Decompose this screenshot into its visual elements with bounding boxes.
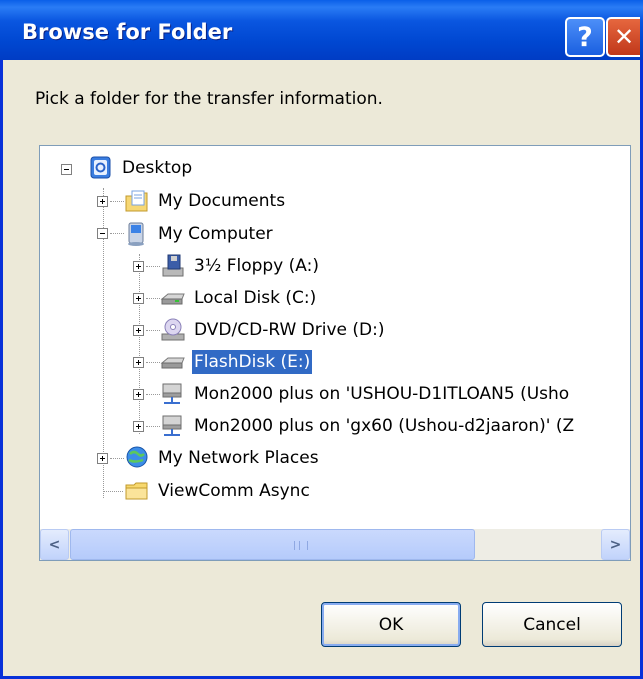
tree-connector (139, 254, 140, 434)
title-bar[interactable]: Browse for Folder ? ✕ (0, 0, 643, 60)
tree-connector (146, 266, 160, 267)
tree-item-label: DVD/CD-RW Drive (D:) (194, 320, 385, 340)
tree-item-label: Mon2000 plus on 'USHOU-D1ITLOAN5 (Usho (194, 384, 570, 404)
thumb-grip (294, 541, 308, 550)
tree-connector (146, 298, 160, 299)
network-share-icon (162, 415, 182, 436)
documents-folder-icon (125, 190, 148, 212)
computer-icon (128, 222, 144, 246)
expand-toggle[interactable] (97, 196, 108, 207)
expand-toggle[interactable] (133, 357, 144, 368)
folder-tree-content: Desktop My Documents My Computer 3½ Flop… (40, 146, 630, 529)
network-places-icon (126, 446, 148, 468)
instruction-text: Pick a folder for the transfer informati… (35, 89, 383, 109)
removable-disk-icon (160, 357, 185, 369)
folder-tree[interactable]: Desktop My Documents My Computer 3½ Flop… (39, 145, 631, 561)
tree-item-label: 3½ Floppy (A:) (194, 256, 319, 276)
scroll-right-button[interactable]: > (601, 529, 630, 560)
tree-item-label: ViewComm Async (158, 481, 310, 501)
tree-connector (110, 458, 124, 459)
ok-button[interactable]: OK (321, 602, 461, 647)
collapse-toggle[interactable] (61, 164, 72, 175)
close-icon: ✕ (613, 23, 635, 51)
tree-connector (146, 426, 160, 427)
tree-connector (146, 330, 160, 331)
scroll-left-button[interactable]: < (40, 529, 69, 560)
chevron-right-icon: > (609, 536, 622, 553)
browse-for-folder-dialog: Browse for Folder ? ✕ Pick a folder for … (0, 0, 643, 679)
desktop-icon (90, 156, 111, 179)
tree-connector (146, 362, 160, 363)
floppy-drive-icon (162, 254, 184, 277)
tree-item-label: Local Disk (C:) (194, 288, 317, 308)
expand-toggle[interactable] (133, 261, 144, 272)
scrollbar-thumb[interactable] (70, 529, 475, 560)
tree-item-label: Mon2000 plus on 'gx60 (Ushou-d2jaaron)' … (194, 416, 575, 436)
chevron-left-icon: < (48, 536, 61, 553)
window-title: Browse for Folder (22, 20, 233, 44)
tree-connector (146, 394, 160, 395)
help-button[interactable]: ? (565, 17, 605, 57)
tree-connector (110, 233, 124, 234)
expand-toggle[interactable] (97, 453, 108, 464)
tree-item-label: My Network Places (158, 448, 319, 468)
tree-item-label: My Computer (158, 224, 273, 244)
close-button[interactable]: ✕ (606, 17, 640, 57)
tree-connector (103, 491, 123, 492)
tree-item-label: FlashDisk (E:) (192, 350, 313, 374)
cancel-button[interactable]: Cancel (482, 602, 622, 647)
expand-toggle[interactable] (133, 421, 144, 432)
cd-drive-icon (161, 318, 185, 341)
network-share-icon (162, 383, 182, 404)
tree-connector (110, 201, 124, 202)
tree-item-label: Desktop (122, 158, 193, 178)
collapse-toggle[interactable] (97, 228, 108, 239)
tree-item-label: My Documents (158, 191, 286, 211)
folder-icon (125, 482, 148, 500)
expand-toggle[interactable] (133, 293, 144, 304)
horizontal-scrollbar[interactable]: < > (40, 529, 630, 560)
expand-toggle[interactable] (133, 325, 144, 336)
help-icon: ? (577, 21, 593, 53)
hard-disk-icon (160, 293, 185, 305)
expand-toggle[interactable] (133, 389, 144, 400)
